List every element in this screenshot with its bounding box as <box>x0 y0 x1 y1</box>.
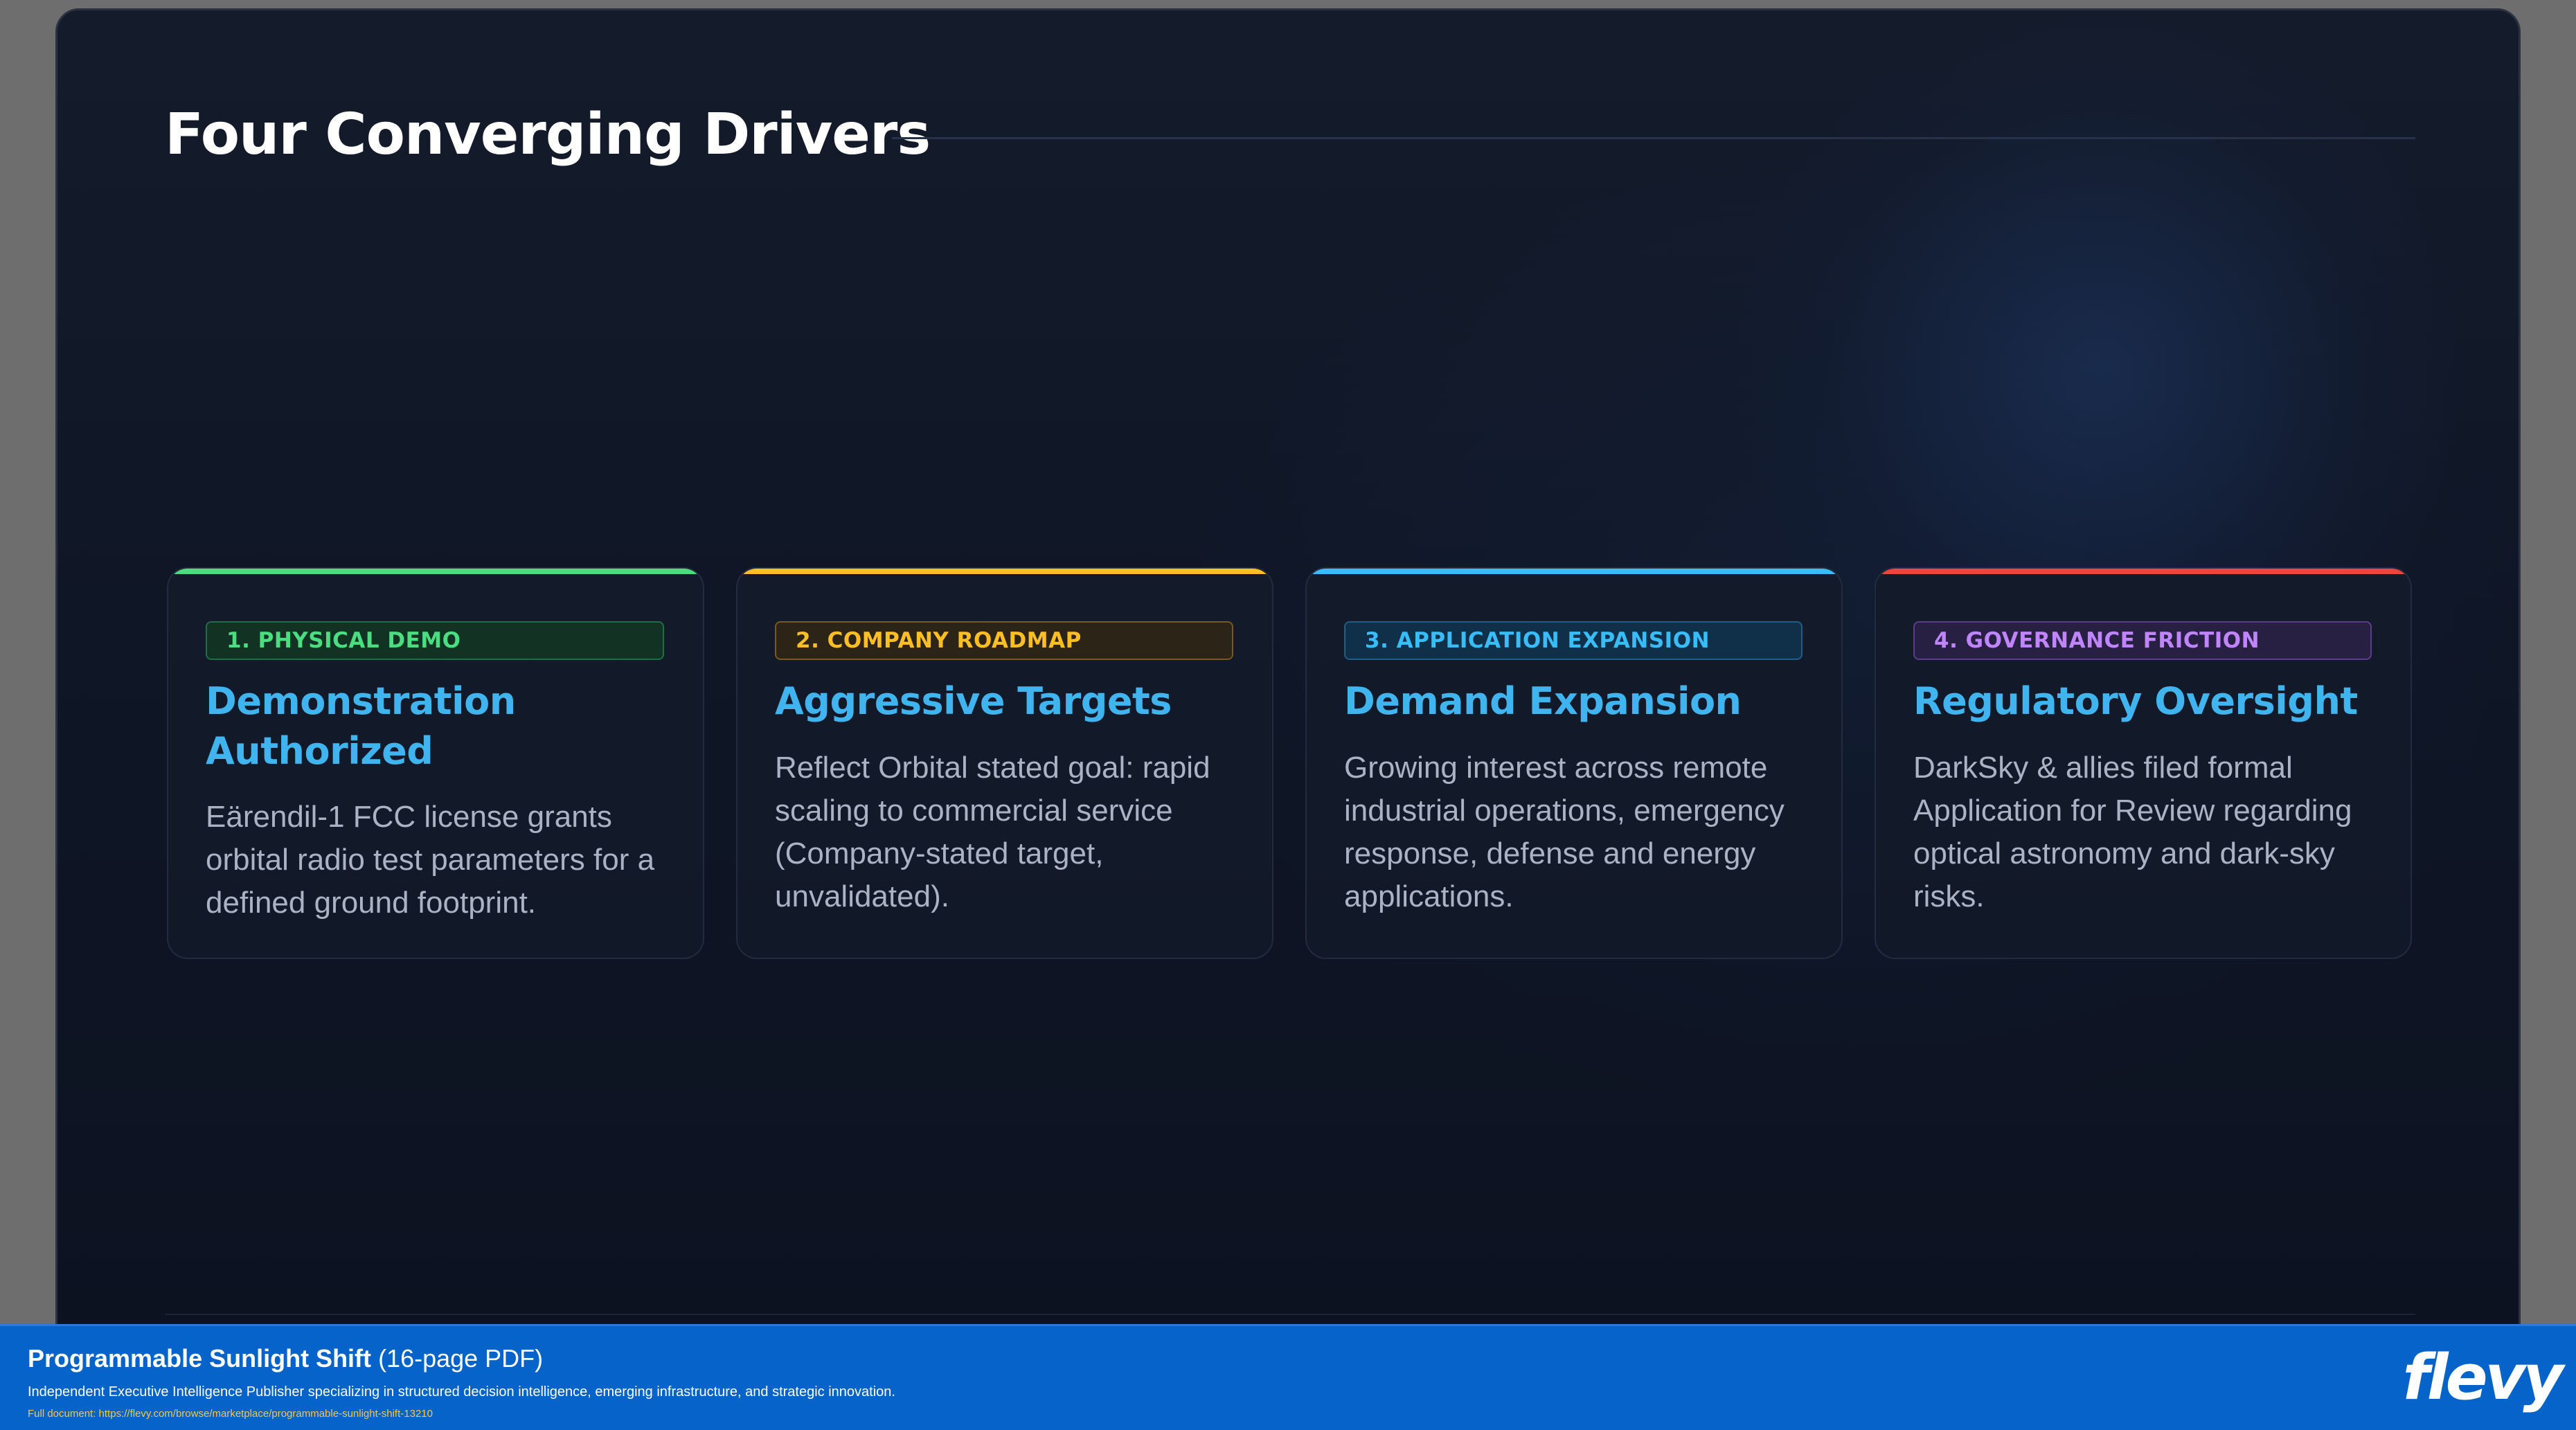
driver-card-company-roadmap: 2. COMPANY ROADMAP Aggressive Targets Re… <box>736 567 1273 959</box>
card-body: Reflect Orbital stated goal: rapid scali… <box>775 751 1210 913</box>
driver-card-physical-demo: 1. PHYSICAL DEMO Demonstration Authorize… <box>167 567 704 959</box>
card-title: Demonstration Authorized <box>206 679 516 773</box>
card-body: DarkSky & allies filed formal Applicatio… <box>1913 751 2352 913</box>
bottom-divider <box>165 1314 2415 1315</box>
document-title: Programmable Sunlight Shift (16-page PDF… <box>28 1344 543 1373</box>
document-footer-banner: Programmable Sunlight Shift (16-page PDF… <box>0 1324 2576 1430</box>
screen: Four Converging Drivers 1. PHYSICAL DEMO… <box>0 0 2576 1430</box>
card-title: Regulatory Oversight <box>1913 679 2358 723</box>
card-body: Eärendil-1 FCC license grants orbital ra… <box>206 800 655 920</box>
title-divider <box>892 137 2415 139</box>
driver-card-application-expansion: 3. APPLICATION EXPANSION Demand Expansio… <box>1305 567 1843 959</box>
card-badge: 4. GOVERNANCE FRICTION <box>1913 621 2372 660</box>
document-name: Programmable Sunlight Shift <box>28 1344 372 1373</box>
slide: Four Converging Drivers 1. PHYSICAL DEMO… <box>55 8 2521 1359</box>
card-accent-bar <box>1876 569 2410 574</box>
card-accent-bar <box>1307 569 1841 574</box>
card-title: Demand Expansion <box>1344 679 1742 723</box>
card-title: Aggressive Targets <box>775 679 1172 723</box>
card-badge: 1. PHYSICAL DEMO <box>206 621 664 660</box>
card-accent-bar <box>737 569 1272 574</box>
publisher-description: Independent Executive Intelligence Publi… <box>28 1384 895 1400</box>
driver-card-governance-friction: 4. GOVERNANCE FRICTION Regulatory Oversi… <box>1875 567 2412 959</box>
card-badge: 3. APPLICATION EXPANSION <box>1344 621 1803 660</box>
flevy-logo[interactable]: flevy <box>2403 1347 2564 1409</box>
card-accent-bar <box>168 569 703 574</box>
card-badge: 2. COMPANY ROADMAP <box>775 621 1233 660</box>
document-link[interactable]: Full document: https://flevy.com/browse/… <box>28 1408 433 1420</box>
document-page-count: (16-page PDF) <box>378 1344 544 1373</box>
card-body: Growing interest across remote industria… <box>1344 751 1785 913</box>
slide-title: Four Converging Drivers <box>165 102 931 168</box>
